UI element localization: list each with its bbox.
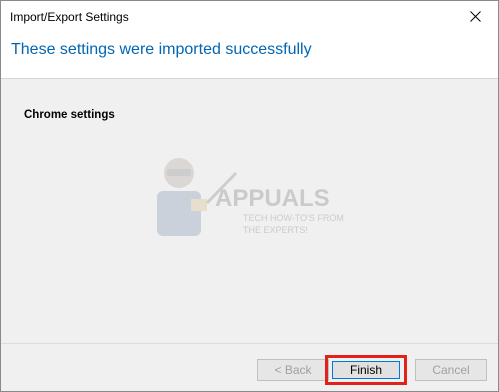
cancel-button[interactable]: Cancel — [415, 359, 487, 381]
watermark-brand: APPUALS — [215, 185, 330, 212]
close-button[interactable] — [452, 1, 498, 32]
finish-highlight: Finish — [325, 355, 407, 385]
watermark-tagline-2: THE EXPERTS! — [243, 225, 308, 235]
footer-divider — [1, 343, 498, 344]
import-export-dialog: Import/Export Settings These settings we… — [0, 0, 499, 392]
finish-button[interactable]: Finish — [332, 361, 400, 379]
success-message: These settings were imported successfull… — [11, 41, 312, 58]
watermark-logo: APPUALS TECH HOW-TO'S FROM THE EXPERTS! — [157, 158, 344, 236]
header-panel: These settings were imported successfull… — [1, 32, 498, 79]
section-label: Chrome settings — [24, 109, 115, 121]
watermark-glasses — [167, 169, 191, 176]
watermark-hand — [191, 199, 207, 211]
close-icon — [469, 11, 481, 22]
watermark-tagline-1: TECH HOW-TO'S FROM — [243, 213, 344, 223]
title-bar: Import/Export Settings — [1, 1, 498, 32]
watermark-body — [157, 191, 201, 236]
window-title: Import/Export Settings — [10, 10, 129, 24]
back-button[interactable]: < Back — [257, 359, 329, 381]
